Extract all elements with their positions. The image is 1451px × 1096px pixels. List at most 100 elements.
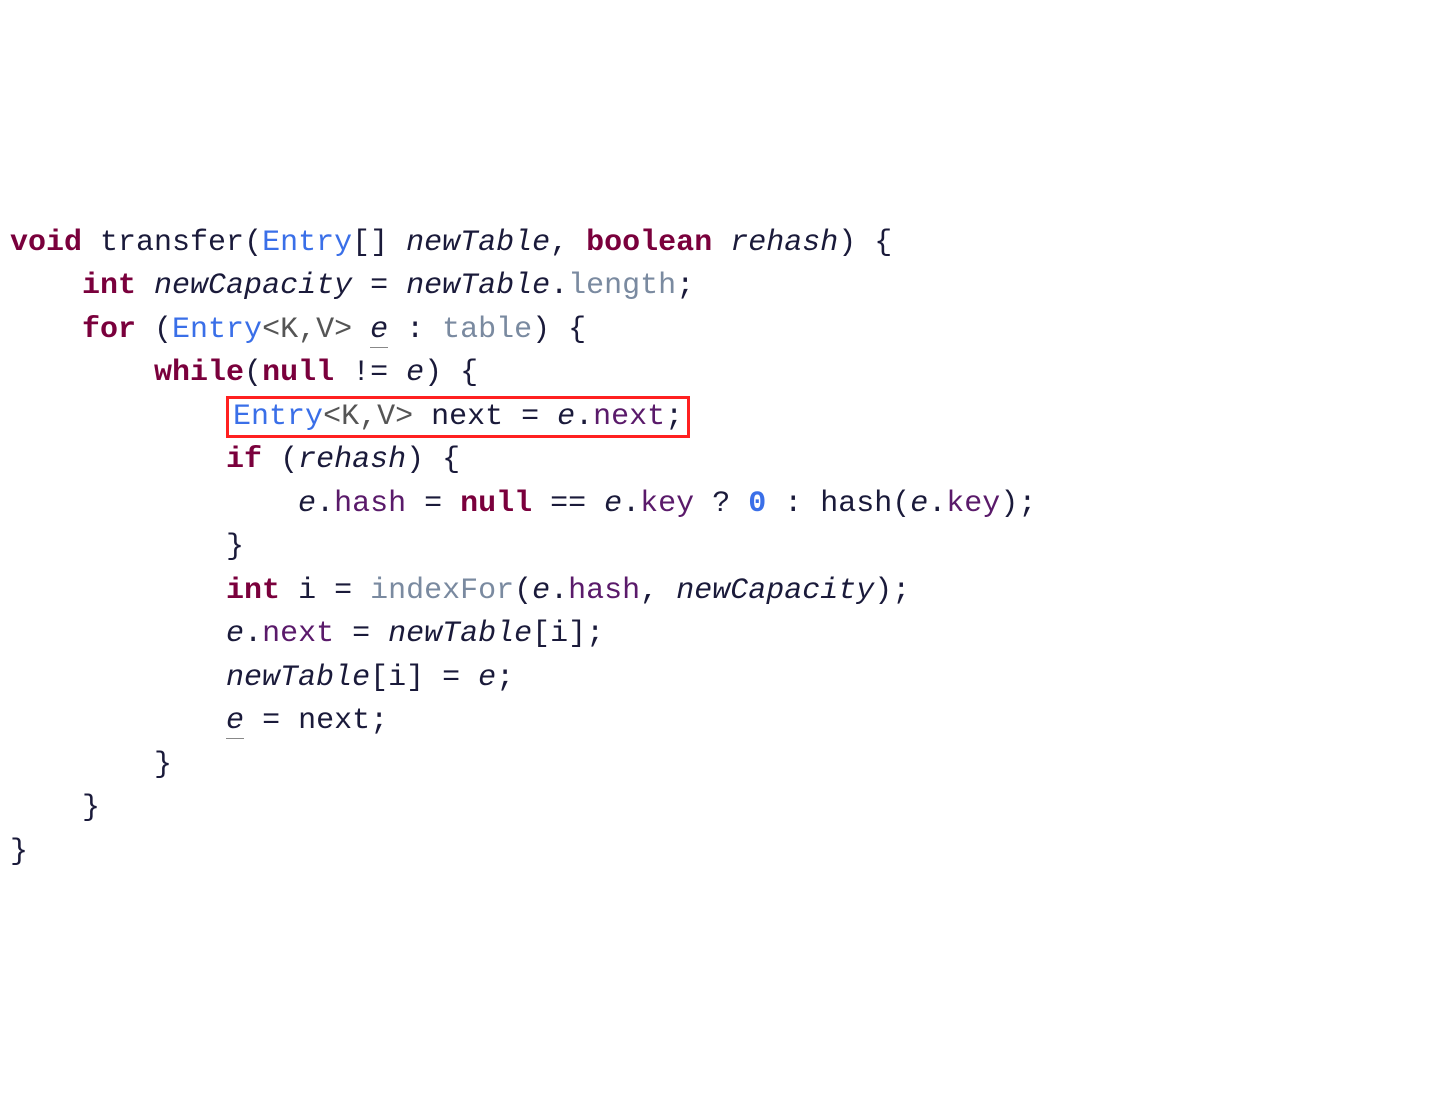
kw-for: for — [82, 313, 136, 347]
type-entry: Entry — [172, 313, 262, 347]
var-newCapacity: newCapacity — [154, 269, 352, 303]
line-4: while(null != e) { — [10, 356, 478, 390]
eq: = — [352, 269, 406, 303]
comma: , — [550, 226, 586, 260]
eq: = — [244, 704, 298, 738]
comma: , — [640, 574, 676, 608]
var-newTable: newTable — [226, 661, 370, 695]
var-e: e — [604, 487, 622, 521]
dot: . — [550, 269, 568, 303]
var-e: e — [557, 400, 575, 434]
line-7: e.hash = null == e.key ? 0 : hash(e.key)… — [10, 487, 1036, 521]
field-key: key — [946, 487, 1000, 521]
param-rehash: rehash — [730, 226, 838, 260]
line-1: void transfer(Entry[] newTable, boolean … — [10, 226, 892, 260]
type-vars: <K,V> — [262, 313, 352, 347]
brace-open: ) { — [424, 356, 478, 390]
obj-newTable: newTable — [406, 269, 550, 303]
open: ( — [514, 574, 532, 608]
neq: != — [334, 356, 406, 390]
dot: . — [316, 487, 334, 521]
open: ( — [244, 356, 262, 390]
type-entry: Entry — [262, 226, 352, 260]
field-length: length — [568, 269, 676, 303]
var-e: e — [406, 356, 424, 390]
type-vars: <K,V> — [323, 400, 413, 434]
var-e: e — [370, 313, 388, 348]
dot: . — [244, 617, 262, 651]
var-e: e — [532, 574, 550, 608]
index-eq: [i] = — [370, 661, 478, 695]
fn-hash: hash — [820, 487, 892, 521]
kw-int: int — [82, 269, 136, 303]
brace-open: ) { — [406, 443, 460, 477]
param-newTable: newTable — [406, 226, 550, 260]
dot: . — [928, 487, 946, 521]
var-e: e — [226, 617, 244, 651]
dot: . — [575, 400, 593, 434]
brace-open: ) { — [532, 313, 586, 347]
line-10: e.next = newTable[i]; — [10, 617, 604, 651]
index: [i]; — [532, 617, 604, 651]
kw-null: null — [460, 487, 532, 521]
field-next: next — [593, 400, 665, 434]
semi: ; — [370, 704, 388, 738]
dot: . — [550, 574, 568, 608]
line-2: int newCapacity = newTable.length; — [10, 269, 694, 303]
type-entry: Entry — [233, 400, 323, 434]
line-12: e = next; — [10, 704, 388, 739]
eq: = — [334, 617, 388, 651]
field-key: key — [640, 487, 694, 521]
field-hash: hash — [334, 487, 406, 521]
line-11: newTable[i] = e; — [10, 661, 514, 695]
kw-int: int — [226, 574, 280, 608]
literal-zero: 0 — [748, 487, 766, 521]
var-e: e — [910, 487, 928, 521]
kw-if: if — [226, 443, 262, 477]
kw-while: while — [154, 356, 244, 390]
line-5: Entry<K,V> next = e.next; — [10, 400, 690, 434]
tern-colon: : — [766, 487, 820, 521]
colon: : — [388, 313, 442, 347]
brace-close: } — [10, 835, 28, 869]
open: ( — [892, 487, 910, 521]
kw-boolean: boolean — [586, 226, 712, 260]
line-13: } — [10, 748, 172, 782]
close: ); — [874, 574, 910, 608]
line-6: if (rehash) { — [10, 443, 460, 477]
var-table: table — [442, 313, 532, 347]
line-15: } — [10, 835, 28, 869]
open: ( — [136, 313, 172, 347]
var-e: e — [478, 661, 496, 695]
field-next: next — [262, 617, 334, 651]
brace-close: } — [226, 530, 244, 564]
next-eq: next = — [413, 400, 557, 434]
brace-open: ) { — [838, 226, 892, 260]
var-newTable: newTable — [388, 617, 532, 651]
eq: = — [406, 487, 460, 521]
line-3: for (Entry<K,V> e : table) { — [10, 313, 586, 348]
line-14: } — [10, 791, 100, 825]
semi: ; — [676, 269, 694, 303]
fn-indexFor: indexFor — [370, 574, 514, 608]
brace-close: } — [82, 791, 100, 825]
var-e: e — [226, 704, 244, 739]
var-next: next — [298, 704, 370, 738]
dot: . — [622, 487, 640, 521]
open: ( — [262, 443, 298, 477]
var-i: i = — [280, 574, 370, 608]
line-9: int i = indexFor(e.hash, newCapacity); — [10, 574, 910, 608]
fn-name: transfer — [100, 226, 244, 260]
space — [352, 313, 370, 347]
field-hash: hash — [568, 574, 640, 608]
line-8: } — [10, 530, 244, 564]
kw-void: void — [10, 226, 82, 260]
semi: ; — [496, 661, 514, 695]
close: ); — [1000, 487, 1036, 521]
param-rehash: rehash — [298, 443, 406, 477]
code-block: void transfer(Entry[] newTable, boolean … — [0, 174, 1451, 878]
kw-null: null — [262, 356, 334, 390]
eqeq: == — [532, 487, 604, 521]
var-newCapacity: newCapacity — [676, 574, 874, 608]
brackets: [] — [352, 226, 388, 260]
